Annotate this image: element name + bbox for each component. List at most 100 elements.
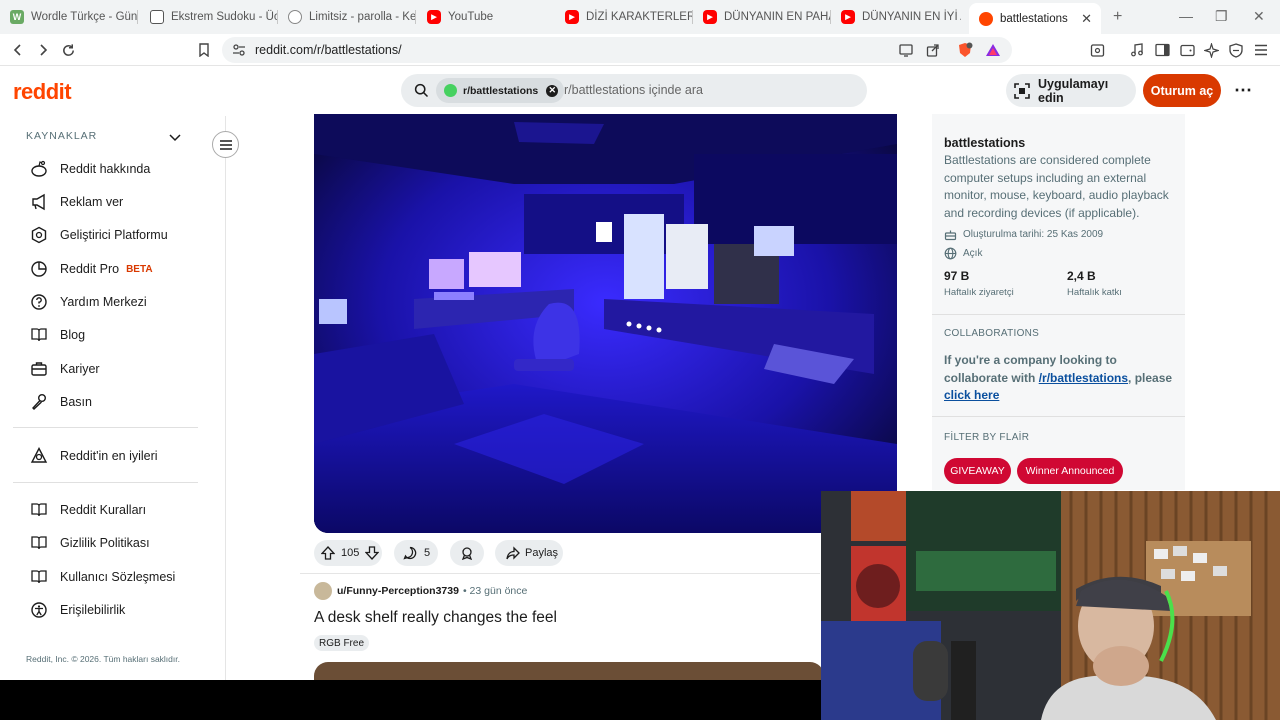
omnibox[interactable]: reddit.com/r/battlestations/ [222,37,1012,63]
agreement-book-icon [30,568,48,586]
remove-chip-icon[interactable]: ✕ [546,84,559,97]
pro-chart-icon [30,260,48,278]
sidebar-item-user-agreement[interactable]: Kullanıcı Sözleşmesi [30,564,175,590]
upvote-icon[interactable] [321,546,335,560]
megaphone-icon [30,193,48,211]
browser-menu-icon[interactable] [1252,41,1270,59]
close-tab-icon[interactable]: ✕ [1081,11,1092,27]
share-button[interactable]: Paylaş [495,540,563,566]
leo-ai-icon[interactable] [1202,41,1220,59]
weekly-contrib-value: 2,4 B [1067,269,1096,283]
sidebar-item-label: Erişilebilirlik [60,603,126,617]
sidebar-item-privacy[interactable]: Gizlilik Politikası [30,530,150,556]
downvote-icon[interactable] [365,546,380,560]
sidebar-toggle-button[interactable] [212,131,239,158]
brave-rewards-icon[interactable] [984,41,1002,59]
back-icon[interactable] [9,41,27,59]
cast-icon[interactable] [897,41,915,59]
sidebar-item-blog[interactable]: Blog [30,322,85,348]
tab-title: YouTube [448,11,494,23]
search-input[interactable]: r/battlestations içinde ara [564,83,703,97]
chip-label: r/battlestations [463,84,539,97]
sidebar-item-careers[interactable]: Kariyer [30,356,100,382]
sidebar-item-help[interactable]: Yardım Merkezi [30,289,147,315]
click-here-link[interactable]: click here [944,388,999,402]
close-window-icon[interactable]: ✕ [1253,8,1265,25]
minimize-icon[interactable]: — [1179,8,1193,24]
help-icon [30,293,48,311]
collaborations-title: COLLABORATIONS [944,328,1040,339]
sidebar-item-developer[interactable]: Geliştirici Platformu [30,222,168,248]
menu-icon [219,139,232,150]
sidebar-item-label: Blog [60,328,86,342]
more-options-icon[interactable]: ⋯ [1234,80,1252,101]
weekly-visitors-value: 97 B [944,269,970,283]
new-tab-icon[interactable]: + [1113,8,1122,26]
flair-giveaway-button[interactable]: GIVEAWAY [944,458,1011,484]
sidebar-panel-icon[interactable] [1153,41,1171,59]
sidebar-item-press[interactable]: Basın [30,389,92,415]
parolla-icon [288,10,302,24]
search-icon [414,83,429,103]
tab-wordle[interactable]: W Wordle Türkçe - Günlük [10,4,138,30]
media-icon[interactable] [1128,41,1146,59]
tab-youtube[interactable]: ▶ YouTube [427,4,555,30]
left-sidebar: KAYNAKLAR Reddit hakkında Reklam ver Gel… [0,116,226,680]
get-app-label: Uygulamayı edin [1038,76,1109,105]
youtube-icon: ▶ [427,10,441,24]
globe-icon [944,247,957,260]
site-settings-icon[interactable] [230,41,248,59]
subreddit-search-chip[interactable]: r/battlestations ✕ [436,78,565,103]
comments-button[interactable]: 5 [394,540,438,566]
visibility-row: Açık [944,247,982,260]
next-post-image[interactable] [314,662,824,682]
vpn-shield-icon[interactable] [1227,41,1245,59]
award-button[interactable] [450,540,484,566]
created-date: Oluşturulma tarihi: 25 Kas 2009 [963,229,1104,240]
webcam-overlay [821,491,1280,720]
bookmark-icon[interactable] [195,41,213,59]
get-app-button[interactable]: Uygulamayı edin [1006,74,1136,107]
weekly-contrib-label: Haftalık katkı [1067,287,1122,298]
sidebar-item-accessibility[interactable]: Erişilebilirlik [30,597,125,623]
sidebar-item-best-of[interactable]: Reddit'in en iyileri [30,443,158,469]
avatar[interactable] [314,582,332,600]
tab-youtube-pahali[interactable]: ▶ DÜNYANIN EN PAHAL [703,4,831,30]
reload-icon[interactable] [59,41,77,59]
chevron-up-icon[interactable] [169,129,181,147]
post-title[interactable]: A desk shelf really changes the feel [314,609,557,627]
login-button[interactable]: Oturum aç [1143,74,1221,107]
sidebar-item-advertise[interactable]: Reklam ver [30,189,123,215]
tab-parolla[interactable]: Limitsiz - parolla - Ke [288,4,416,30]
wallet-icon[interactable] [1178,41,1196,59]
resources-section-title: KAYNAKLAR [26,130,98,142]
flair-winner-announced-button[interactable]: Winner Announced [1017,458,1123,484]
comment-count: 5 [424,547,431,559]
tab-battlestations[interactable]: battlestations ✕ [969,3,1101,34]
search-box[interactable]: r/battlestations ✕ r/battlestations için… [401,74,867,107]
post-image[interactable] [314,114,897,533]
sidebar-item-reddit-pro[interactable]: Reddit Pro BETA [30,256,153,282]
brave-shields-icon[interactable] [956,41,974,59]
created-date-row: Oluşturulma tarihi: 25 Kas 2009 [944,228,1103,241]
visibility: Açık [963,248,983,259]
sidebar-item-label: Gizlilik Politikası [60,536,150,550]
author-name[interactable]: u/Funny-Perception3739 [337,585,459,597]
forward-icon[interactable] [34,41,52,59]
sidebar-item-rules[interactable]: Reddit Kuralları [30,497,146,523]
tab-sudoku[interactable]: Ekstrem Sudoku - Ücr [150,4,278,30]
collab-subreddit-link[interactable]: /r/battlestations [1039,371,1128,385]
sidebar-item-about[interactable]: Reddit hakkında [30,156,150,182]
maximize-icon[interactable]: ❐ [1215,8,1228,25]
copyright-text: Reddit, Inc. © 2026. Tüm hakları saklıdı… [26,654,180,664]
reddit-logo[interactable]: reddit [13,79,72,105]
tab-youtube-iyi[interactable]: ▶ DÜNYANIN EN İYİ AR [841,4,961,30]
post-author-row: u/Funny-Perception3739 • 23 gün önce [314,581,527,601]
reader-mode-icon[interactable] [1088,41,1106,59]
sidebar-divider [932,416,1185,417]
tab-youtube-dizi[interactable]: ▶ DİZİ KARAKTERLERİN [565,4,693,30]
post-flair[interactable]: RGB Free [314,635,370,651]
sidebar-item-label: Yardım Merkezi [60,295,147,309]
share-page-icon[interactable] [924,41,942,59]
sidebar-item-label: Geliştirici Platformu [60,228,168,242]
